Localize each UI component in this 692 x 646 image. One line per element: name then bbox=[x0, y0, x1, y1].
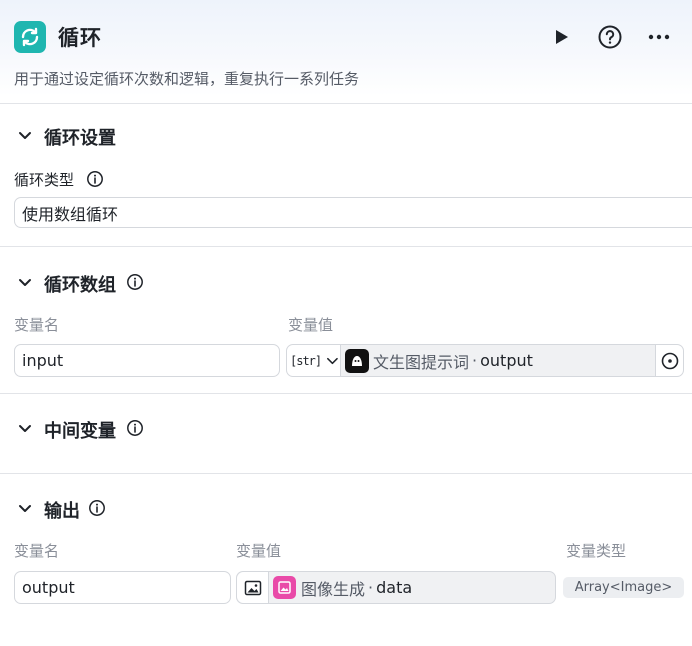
chevron-down-icon bbox=[327, 357, 338, 364]
loop-icon bbox=[14, 21, 46, 53]
more-button[interactable] bbox=[644, 22, 674, 52]
variable-reference[interactable]: 文生图提示词 · output bbox=[341, 345, 655, 376]
column-header-var-value: 变量值 bbox=[236, 542, 282, 560]
column-header-var-name: 变量名 bbox=[14, 316, 60, 334]
node-title: 循环 bbox=[58, 26, 102, 50]
column-header-var-type: 变量类型 bbox=[566, 542, 627, 560]
ref-separator: · bbox=[472, 351, 478, 370]
divider bbox=[0, 246, 692, 247]
info-icon[interactable] bbox=[126, 419, 144, 437]
chevron-down-icon[interactable] bbox=[16, 127, 34, 145]
column-header-var-name: 变量名 bbox=[14, 542, 60, 560]
variable-reference[interactable]: 图像生成 · data bbox=[269, 576, 412, 600]
ref-node-name: 图像生成 bbox=[301, 579, 366, 599]
type-tag: str bbox=[296, 353, 316, 368]
type-selector[interactable] bbox=[237, 572, 269, 603]
play-icon bbox=[556, 30, 568, 44]
more-icon bbox=[648, 34, 670, 40]
info-icon[interactable] bbox=[88, 499, 106, 517]
section-title-output[interactable]: 输出 bbox=[44, 497, 80, 523]
loop-type-label: 循环类型 bbox=[14, 171, 75, 189]
help-icon bbox=[598, 25, 622, 49]
ref-output-name: data bbox=[376, 578, 413, 597]
chevron-down-icon[interactable] bbox=[16, 274, 34, 292]
prompt-node-icon bbox=[345, 348, 369, 373]
section-title-loop-settings[interactable]: 循环设置 bbox=[44, 124, 116, 150]
divider bbox=[0, 103, 692, 104]
output-var-name-input[interactable]: output bbox=[14, 571, 231, 604]
node-description: 用于通过设定循环次数和逻辑，重复执行一系列任务 bbox=[14, 70, 360, 88]
info-icon[interactable] bbox=[126, 273, 144, 291]
target-icon bbox=[661, 352, 678, 369]
type-selector[interactable]: [str] bbox=[287, 345, 341, 376]
output-value-ref[interactable]: 图像生成 · data bbox=[236, 571, 556, 604]
ref-output-name: output bbox=[480, 351, 533, 370]
chevron-down-icon[interactable] bbox=[16, 500, 34, 518]
chevron-down-icon[interactable] bbox=[16, 420, 34, 438]
loop-array-value-ref[interactable]: [str] 文生图提示词 · output bbox=[286, 344, 684, 377]
ref-node-name: 文生图提示词 bbox=[373, 352, 470, 372]
loop-type-select[interactable]: 使用数组循环 bbox=[14, 197, 692, 228]
image-icon bbox=[244, 580, 261, 595]
help-button[interactable] bbox=[595, 22, 625, 52]
image-generation-node-icon bbox=[273, 576, 296, 599]
variable-picker-button[interactable] bbox=[655, 345, 683, 376]
info-icon[interactable] bbox=[86, 170, 104, 188]
ref-separator: · bbox=[368, 578, 374, 597]
output-type-badge: Array<Image> bbox=[563, 577, 684, 598]
divider bbox=[0, 393, 692, 394]
divider bbox=[0, 473, 692, 474]
column-header-var-value: 变量值 bbox=[288, 316, 334, 334]
loop-array-var-name-input[interactable]: input bbox=[14, 344, 280, 377]
run-button[interactable] bbox=[546, 22, 576, 52]
section-title-loop-array[interactable]: 循环数组 bbox=[44, 271, 116, 297]
section-title-intermediate[interactable]: 中间变量 bbox=[44, 417, 116, 443]
